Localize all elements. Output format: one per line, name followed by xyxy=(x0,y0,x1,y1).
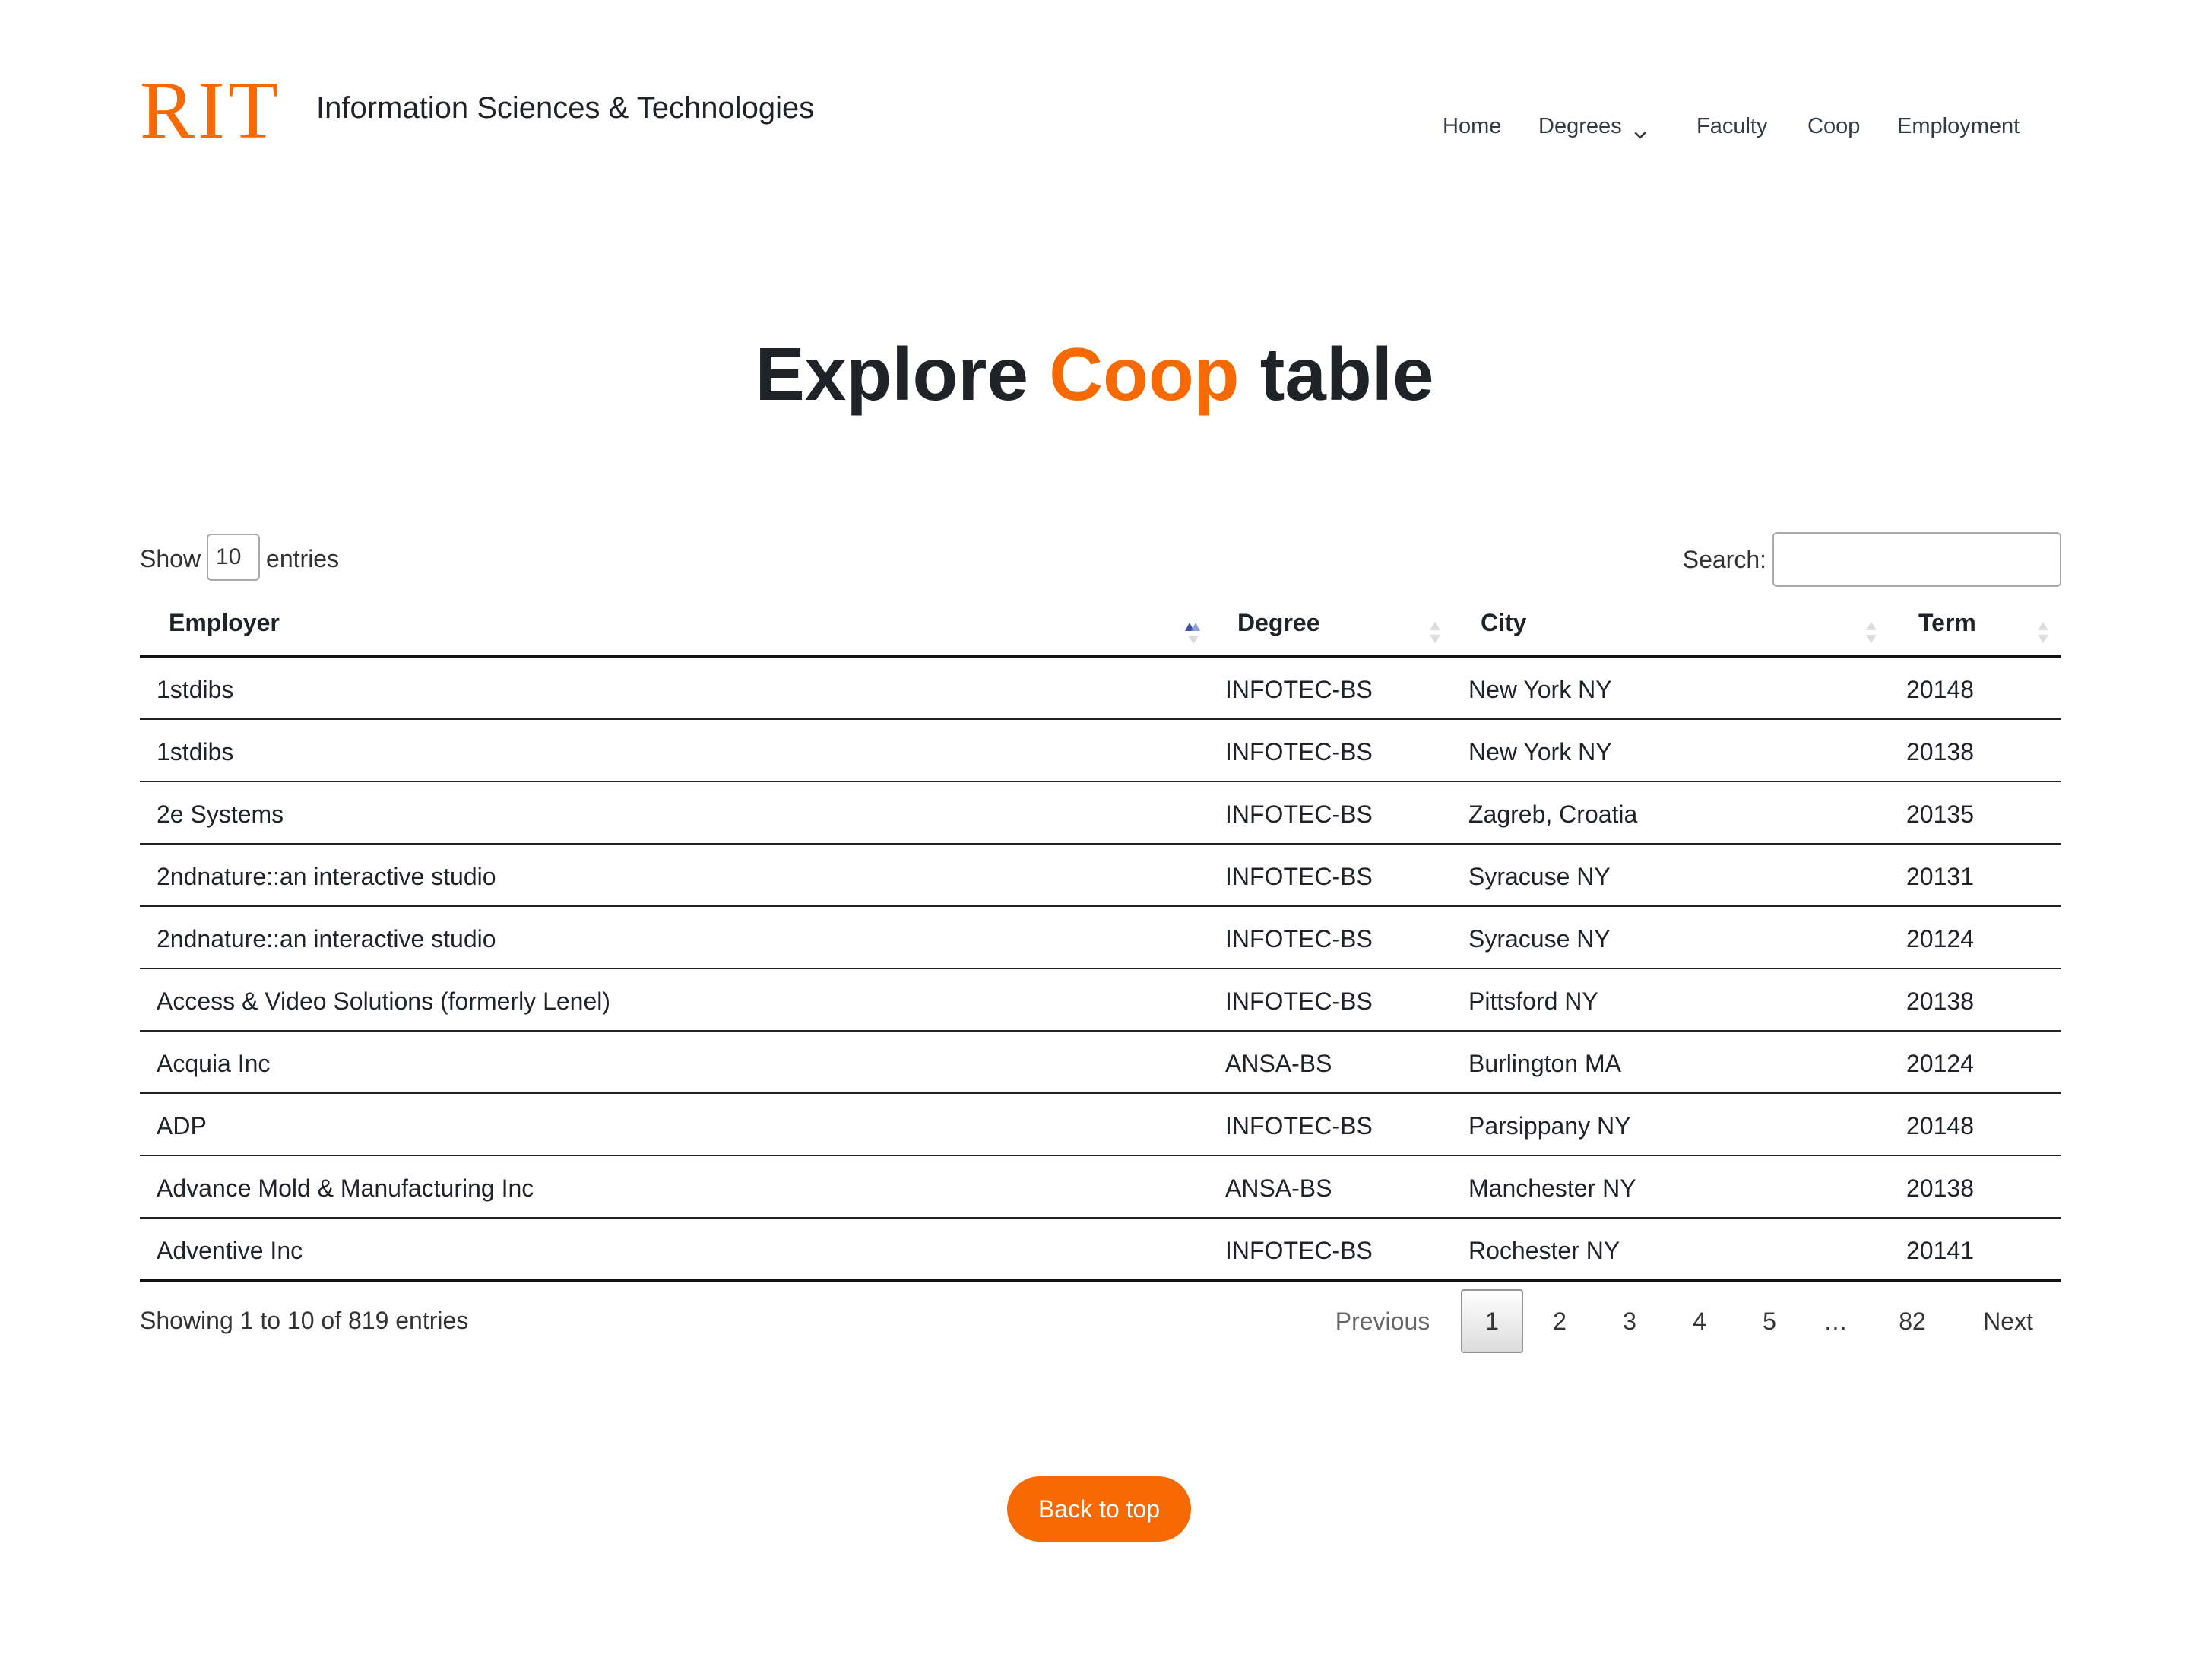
entries-select[interactable]: 10 xyxy=(207,534,261,581)
page-title: Explore Coop table xyxy=(0,328,2189,420)
nav-employment[interactable]: Employment xyxy=(1897,111,2020,141)
nav-home[interactable]: Home xyxy=(1443,111,1501,141)
cell-degree: ANSA-BS xyxy=(1225,1050,1332,1077)
cell-term: 20148 xyxy=(1906,676,1974,703)
page-title-suffix: table xyxy=(1259,332,1434,416)
column-header-degree[interactable]: Degree xyxy=(1237,594,1481,655)
cell-employer: Advance Mold & Manufacturing Inc xyxy=(157,1174,534,1202)
cell-degree: INFOTEC-BS xyxy=(1225,925,1373,953)
cell-employer: 1stdibs xyxy=(157,676,234,703)
nav-faculty[interactable]: Faculty xyxy=(1696,111,1767,141)
cell-term: 20138 xyxy=(1906,1174,1974,1202)
back-to-top-button[interactable]: Back to top xyxy=(1007,1476,1191,1542)
page-title-accent: Coop xyxy=(1049,332,1240,416)
cell-degree: INFOTEC-BS xyxy=(1225,800,1373,828)
cell-degree: INFOTEC-BS xyxy=(1225,676,1373,703)
coop-table: Employer Degree City Term 1stdibs INFOTE xyxy=(140,594,2061,1282)
cell-city: Syracuse NY xyxy=(1468,925,1611,953)
table-row: Access & Video Solutions (formerly Lenel… xyxy=(140,969,2061,1032)
pagination-ellipsis: … xyxy=(1823,1308,1848,1335)
cell-term: 20131 xyxy=(1906,863,1974,890)
cell-city: Rochester NY xyxy=(1468,1237,1620,1264)
table-row: Advance Mold & Manufacturing Inc ANSA-BS… xyxy=(140,1156,2061,1219)
nav-degrees[interactable]: Degrees xyxy=(1538,111,1646,141)
pagination-page-1[interactable]: 1 xyxy=(1461,1289,1523,1353)
table-row: 1stdibs INFOTEC-BS New York NY 20138 xyxy=(140,720,2061,782)
table-row: 2ndnature::an interactive studio INFOTEC… xyxy=(140,845,2061,907)
entries-length-control: Show 10 entries xyxy=(140,534,339,584)
cell-employer: Acquia Inc xyxy=(157,1050,271,1077)
cell-employer: Adventive Inc xyxy=(157,1237,303,1264)
table-row: 2e Systems INFOTEC-BS Zagreb, Croatia 20… xyxy=(140,782,2061,845)
table-row: 2ndnature::an interactive studio INFOTEC… xyxy=(140,907,2061,969)
pagination-page-3[interactable]: 3 xyxy=(1599,1289,1660,1353)
cell-term: 20138 xyxy=(1906,987,1974,1015)
cell-term: 20148 xyxy=(1906,1112,1974,1140)
cell-degree: INFOTEC-BS xyxy=(1225,863,1373,890)
column-header-label: Degree xyxy=(1237,609,1320,636)
entries-label: entries xyxy=(266,545,340,572)
cell-employer: 2ndnature::an interactive studio xyxy=(157,925,496,953)
cell-employer: ADP xyxy=(157,1112,207,1140)
cell-degree: INFOTEC-BS xyxy=(1225,738,1373,766)
table-row: Adventive Inc INFOTEC-BS Rochester NY 20… xyxy=(140,1219,2061,1282)
cell-degree: INFOTEC-BS xyxy=(1225,1112,1373,1140)
column-header-term[interactable]: Term xyxy=(1918,594,2061,655)
column-header-label: Employer xyxy=(169,609,280,636)
cell-term: 20141 xyxy=(1906,1237,1974,1264)
cell-employer: 1stdibs xyxy=(157,738,234,766)
pagination-page-4[interactable]: 4 xyxy=(1669,1289,1730,1353)
pagination-previous-button[interactable]: Previous xyxy=(1321,1289,1444,1353)
cell-city: New York NY xyxy=(1468,738,1612,766)
pagination-page-2[interactable]: 2 xyxy=(1529,1289,1590,1353)
column-header-label: City xyxy=(1481,609,1527,636)
cell-city: Syracuse NY xyxy=(1468,863,1611,890)
main-nav: Home Degrees Faculty Coop Employment xyxy=(0,111,2189,141)
cell-degree: ANSA-BS xyxy=(1225,1174,1332,1202)
nav-coop[interactable]: Coop xyxy=(1807,111,1860,141)
cell-term: 20124 xyxy=(1906,1050,1974,1077)
sort-both-icon xyxy=(1424,610,1446,643)
cell-degree: INFOTEC-BS xyxy=(1225,987,1373,1015)
column-header-label: Term xyxy=(1918,609,1976,636)
chevron-down-icon xyxy=(1634,119,1646,139)
cell-city: Manchester NY xyxy=(1468,1174,1636,1202)
pagination-page-82[interactable]: 82 xyxy=(1877,1289,1947,1353)
search-label: Search: xyxy=(1682,546,1766,573)
cell-term: 20124 xyxy=(1906,925,1974,953)
cell-city: Pittsford NY xyxy=(1468,987,1598,1015)
pagination: Previous 1 2 3 4 5 … 82 Next xyxy=(0,1289,2189,1353)
cell-employer: 2e Systems xyxy=(157,800,284,828)
table-row: 1stdibs INFOTEC-BS New York NY 20148 xyxy=(140,658,2061,720)
cell-city: Zagreb, Croatia xyxy=(1468,800,1638,828)
table-row: Acquia Inc ANSA-BS Burlington MA 20124 xyxy=(140,1032,2061,1094)
cell-degree: INFOTEC-BS xyxy=(1225,1237,1373,1264)
search-input[interactable] xyxy=(1772,532,2061,587)
search-control: Search: xyxy=(1683,532,2061,587)
cell-employer: 2ndnature::an interactive studio xyxy=(157,863,496,890)
column-header-employer[interactable]: Employer xyxy=(169,594,1225,655)
show-label: Show xyxy=(140,545,201,572)
cell-term: 20138 xyxy=(1906,738,1974,766)
sort-ascending-icon xyxy=(1183,610,1204,644)
table-header: Employer Degree City Term xyxy=(140,594,2061,658)
cell-term: 20135 xyxy=(1906,800,1974,828)
table-row: ADP INFOTEC-BS Parsippany NY 20148 xyxy=(140,1094,2061,1156)
sort-both-icon xyxy=(2032,610,2054,643)
cell-city: New York NY xyxy=(1468,676,1612,703)
cell-city: Parsippany NY xyxy=(1468,1112,1631,1140)
page-title-prefix: Explore xyxy=(755,332,1028,416)
pagination-next-button[interactable]: Next xyxy=(1966,1289,2051,1353)
cell-city: Burlington MA xyxy=(1468,1050,1621,1077)
sort-both-icon xyxy=(1861,610,1882,643)
column-header-city[interactable]: City xyxy=(1481,594,1918,655)
pagination-page-5[interactable]: 5 xyxy=(1739,1289,1800,1353)
nav-degrees-label: Degrees xyxy=(1538,114,1622,138)
cell-employer: Access & Video Solutions (formerly Lenel… xyxy=(157,987,611,1015)
